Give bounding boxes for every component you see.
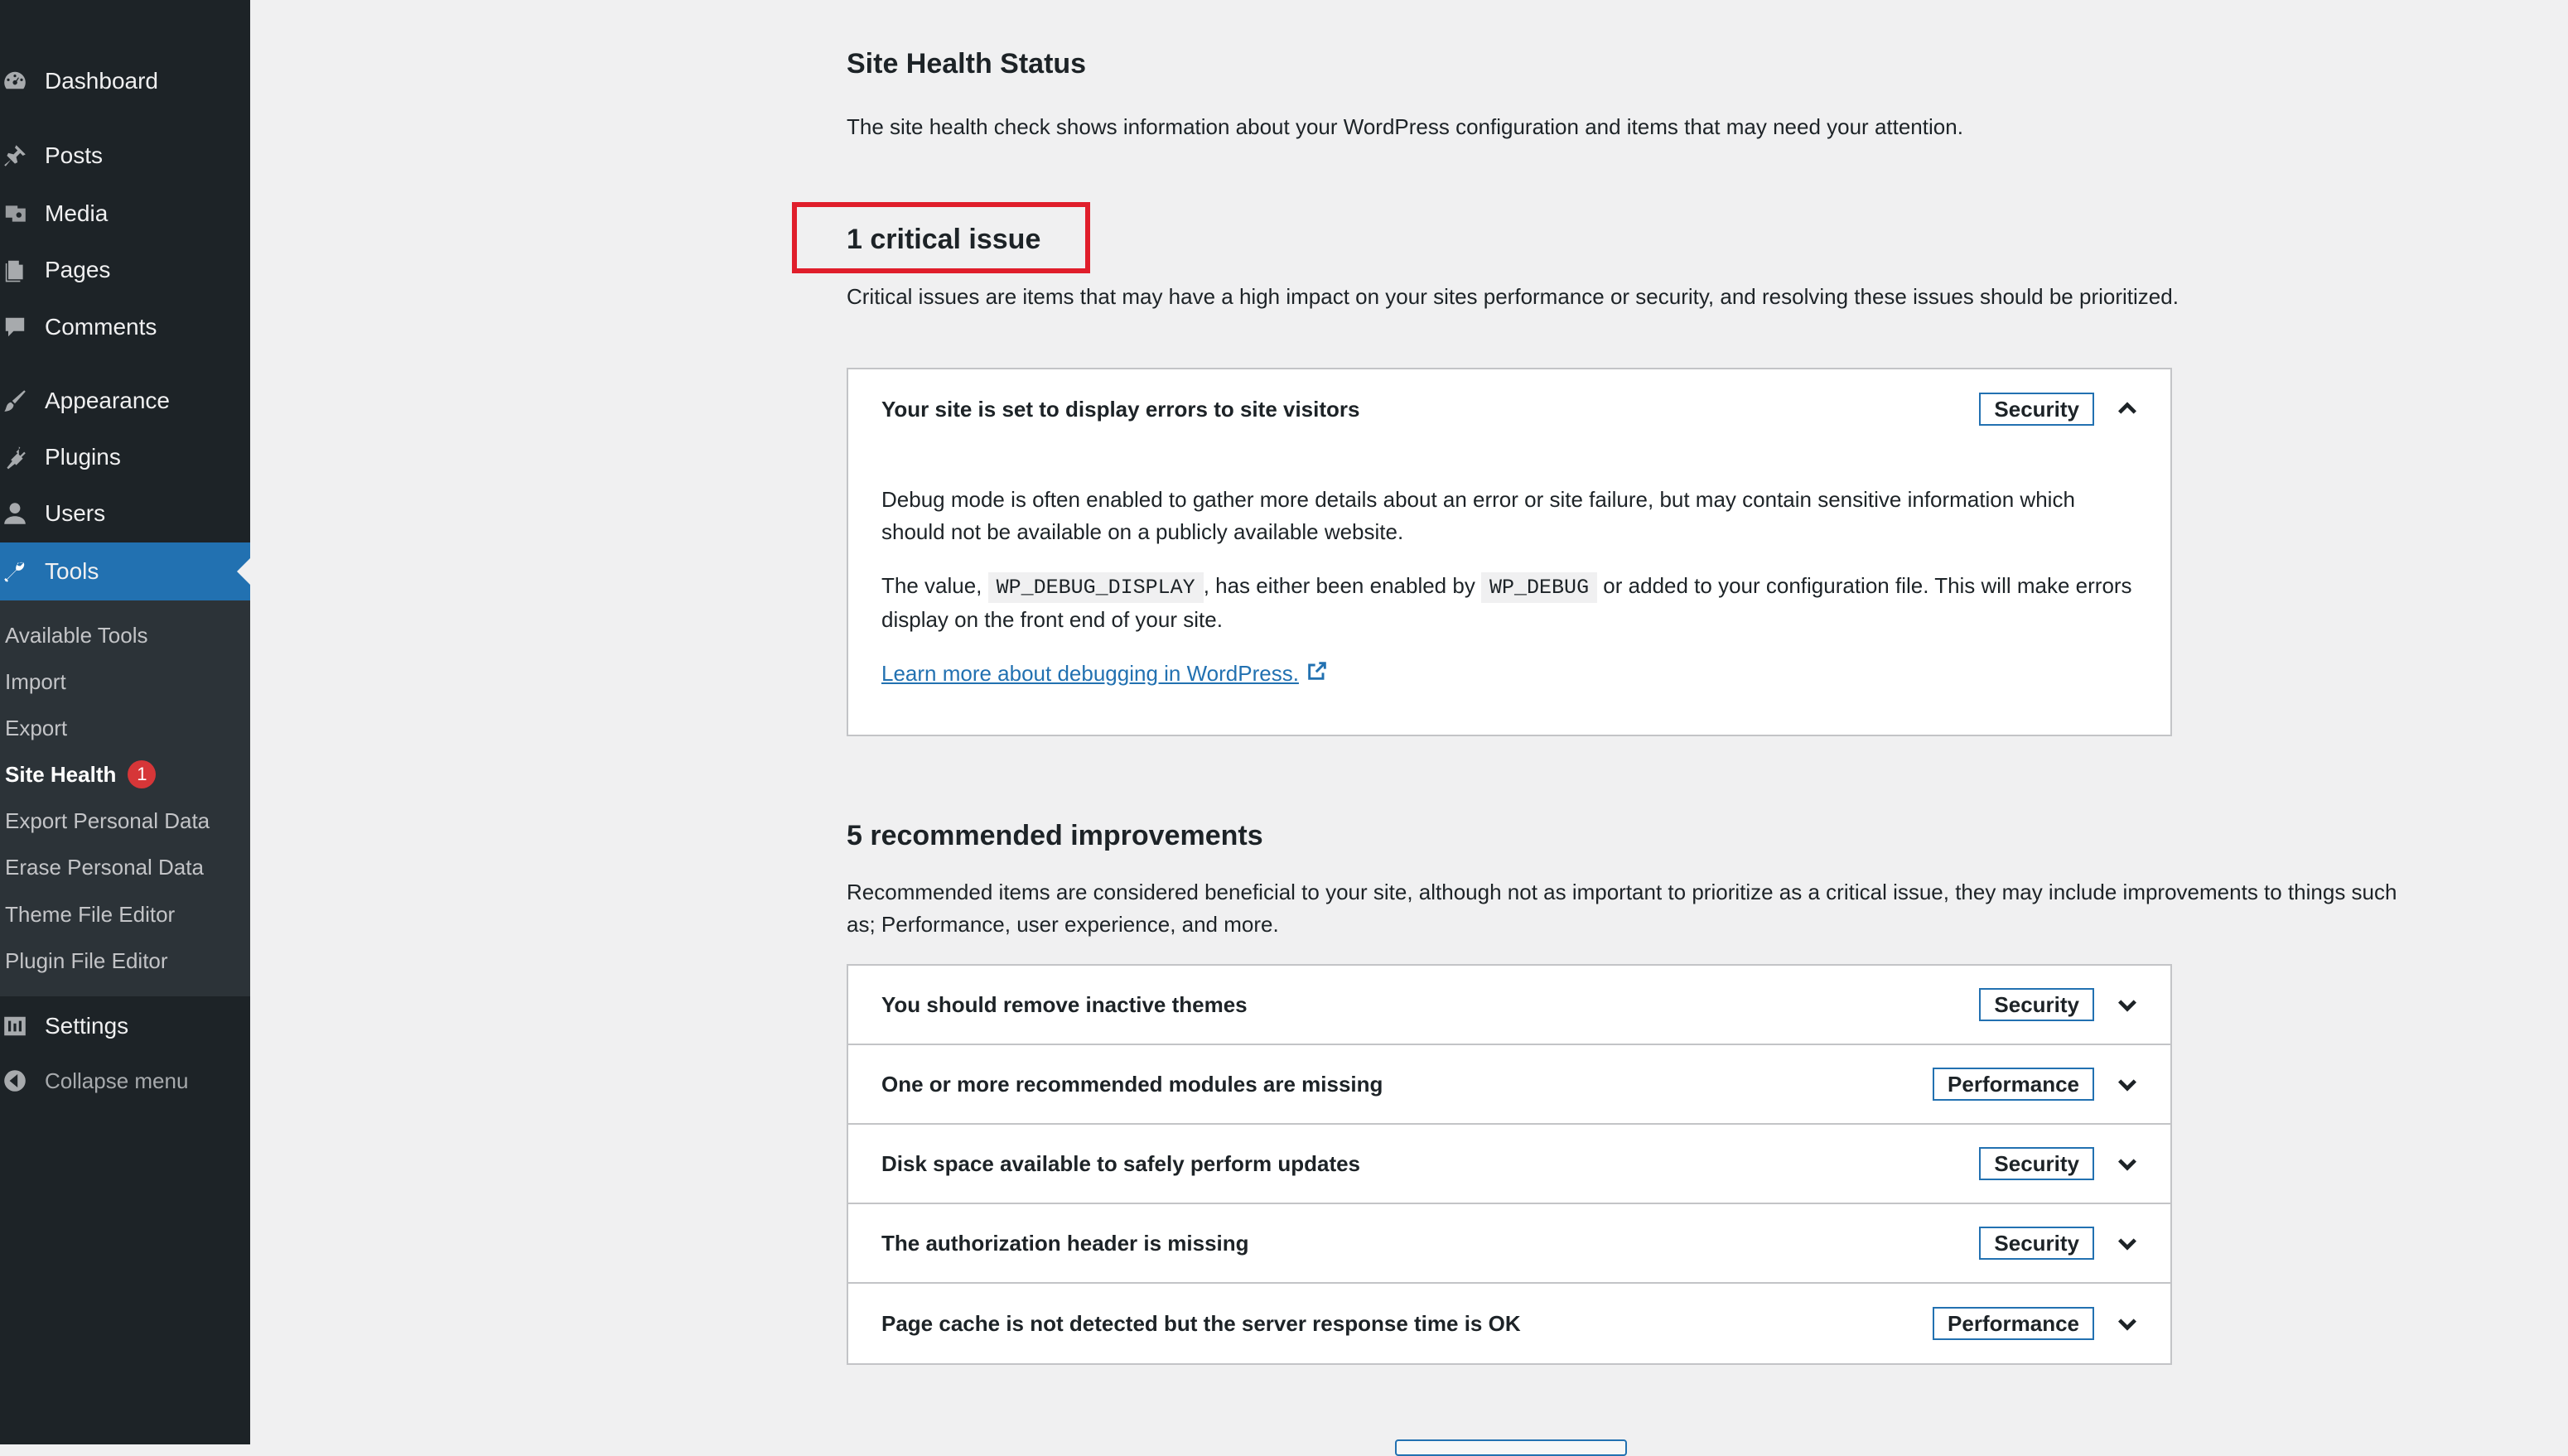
- chevron-down-icon: [2112, 1069, 2142, 1099]
- category-badge: Performance: [1933, 1068, 2094, 1101]
- wrench-icon: [2, 558, 28, 585]
- accordion-toggle-missing-modules[interactable]: One or more recommended modules are miss…: [848, 1045, 2170, 1125]
- menu-label: Dashboard: [45, 68, 158, 94]
- menu-label: Tools: [45, 558, 99, 584]
- accordion-title: One or more recommended modules are miss…: [881, 1071, 1383, 1097]
- chevron-down-icon: [2112, 990, 2142, 1020]
- recommended-improvements-description: Recommended items are considered benefic…: [847, 880, 2397, 937]
- plugin-icon: [2, 444, 28, 470]
- category-badge: Security: [1979, 1227, 2094, 1260]
- code-wp-debug: WP_DEBUG: [1481, 572, 1598, 603]
- critical-issues-description: Critical issues are items that may have …: [847, 284, 2179, 309]
- menu-item-media[interactable]: Media: [0, 189, 250, 239]
- submenu-label: Import: [5, 668, 66, 694]
- submenu-item-available-tools[interactable]: Available Tools: [5, 617, 148, 653]
- menu-label: Collapse menu: [45, 1068, 189, 1093]
- issue-details: The value, WP_DEBUG_DISPLAY, has either …: [881, 570, 2137, 636]
- menu-item-settings[interactable]: Settings: [0, 1001, 250, 1051]
- tools-submenu: Available Tools Import Export Site Healt…: [0, 600, 250, 996]
- accordion-toggle-disk-space[interactable]: Disk space available to safely perform u…: [848, 1125, 2170, 1204]
- admin-sidebar: Dashboard Posts Media Pages Comments App…: [0, 0, 250, 1444]
- accordion-panel: Debug mode is often enabled to gather mo…: [848, 449, 2170, 735]
- submenu-item-erase-personal-data[interactable]: Erase Personal Data: [5, 849, 204, 885]
- submenu-label: Plugin File Editor: [5, 947, 168, 973]
- menu-label: Appearance: [45, 388, 171, 413]
- passed-tests-button[interactable]: [1395, 1439, 1627, 1456]
- dashboard-icon: [2, 68, 28, 94]
- menu-label: Settings: [45, 1013, 129, 1039]
- menu-item-dashboard[interactable]: Dashboard: [0, 56, 250, 106]
- collapse-icon: [2, 1068, 28, 1094]
- submenu-item-site-health[interactable]: Site Health 1: [5, 756, 157, 793]
- accordion-toggle-authorization-header[interactable]: The authorization header is missing Secu…: [848, 1204, 2170, 1284]
- menu-item-users[interactable]: Users: [0, 489, 250, 538]
- menu-label: Media: [45, 200, 109, 226]
- main-content: Site Health Status The site health check…: [250, 0, 2568, 1456]
- media-icon: [2, 200, 28, 227]
- learn-more-link[interactable]: Learn more about debugging in WordPress.: [881, 661, 1299, 686]
- menu-label: Pages: [45, 257, 111, 282]
- pages-icon: [2, 257, 28, 283]
- submenu-label: Export Personal Data: [5, 808, 210, 833]
- menu-item-appearance[interactable]: Appearance: [0, 376, 250, 426]
- submenu-label: Available Tools: [5, 622, 148, 648]
- critical-issues-list: Your site is set to display errors to si…: [847, 368, 2172, 736]
- category-badge: Performance: [1933, 1307, 2094, 1340]
- page-title: Site Health Status: [847, 48, 1087, 80]
- submenu-label: Erase Personal Data: [5, 854, 204, 880]
- menu-item-comments[interactable]: Comments: [0, 302, 250, 352]
- chevron-down-icon: [2112, 1228, 2142, 1258]
- issue-description: Debug mode is often enabled to gather mo…: [881, 484, 2137, 548]
- menu-item-tools[interactable]: Tools: [0, 542, 250, 600]
- collapse-menu-button[interactable]: Collapse menu: [0, 1056, 250, 1106]
- menu-label: Comments: [45, 314, 157, 340]
- external-link-icon: [1306, 659, 1329, 692]
- menu-item-plugins[interactable]: Plugins: [0, 432, 250, 482]
- accordion-title: Your site is set to display errors to si…: [881, 396, 1360, 422]
- comment-icon: [2, 314, 28, 340]
- accordion-toggle-page-cache[interactable]: Page cache is not detected but the serve…: [848, 1284, 2170, 1363]
- menu-label: Plugins: [45, 444, 121, 470]
- accordion-toggle-display-errors[interactable]: Your site is set to display errors to si…: [848, 369, 2170, 449]
- page-intro: The site health check shows information …: [847, 114, 1963, 139]
- chevron-down-icon: [2112, 1149, 2142, 1179]
- issue-text: , has either been enabled by: [1203, 573, 1482, 598]
- user-icon: [2, 500, 28, 527]
- settings-icon: [2, 1013, 28, 1039]
- brush-icon: [2, 388, 28, 414]
- submenu-item-plugin-file-editor[interactable]: Plugin File Editor: [5, 943, 168, 979]
- submenu-item-export-personal-data[interactable]: Export Personal Data: [5, 803, 210, 839]
- notification-badge: 1: [128, 760, 157, 788]
- recommended-improvements-list: You should remove inactive themes Securi…: [847, 964, 2172, 1365]
- learn-more-row: Learn more about debugging in WordPress.: [881, 658, 2137, 692]
- category-badge: Security: [1979, 1147, 2094, 1180]
- menu-item-pages[interactable]: Pages: [0, 245, 250, 295]
- pin-icon: [2, 142, 28, 169]
- menu-item-posts[interactable]: Posts: [0, 131, 250, 181]
- accordion-title: Page cache is not detected but the serve…: [881, 1310, 1521, 1336]
- accordion-title: The authorization header is missing: [881, 1230, 1249, 1256]
- category-badge: Security: [1979, 393, 2094, 426]
- issue-text: The value,: [881, 573, 988, 598]
- menu-label: Users: [45, 500, 106, 526]
- submenu-label: Export: [5, 715, 68, 740]
- submenu-item-export[interactable]: Export: [5, 710, 67, 746]
- chevron-up-icon: [2112, 394, 2142, 424]
- menu-label: Posts: [45, 142, 104, 168]
- code-wp-debug-display: WP_DEBUG_DISPLAY: [987, 572, 1204, 603]
- chevron-down-icon: [2112, 1309, 2142, 1338]
- submenu-item-theme-file-editor[interactable]: Theme File Editor: [5, 896, 175, 933]
- recommended-improvements-heading: 5 recommended improvements: [847, 820, 1263, 851]
- accordion-title: You should remove inactive themes: [881, 991, 1248, 1017]
- accordion-toggle-inactive-themes[interactable]: You should remove inactive themes Securi…: [848, 966, 2170, 1045]
- submenu-label: Theme File Editor: [5, 901, 176, 927]
- accordion-title: Disk space available to safely perform u…: [881, 1150, 1361, 1176]
- critical-issues-heading: 1 critical issue: [847, 224, 1041, 255]
- category-badge: Security: [1979, 988, 2094, 1021]
- issue-text: Debug mode is often enabled to gather mo…: [881, 487, 2075, 544]
- submenu-item-import[interactable]: Import: [5, 663, 66, 700]
- submenu-label: Site Health: [5, 761, 117, 787]
